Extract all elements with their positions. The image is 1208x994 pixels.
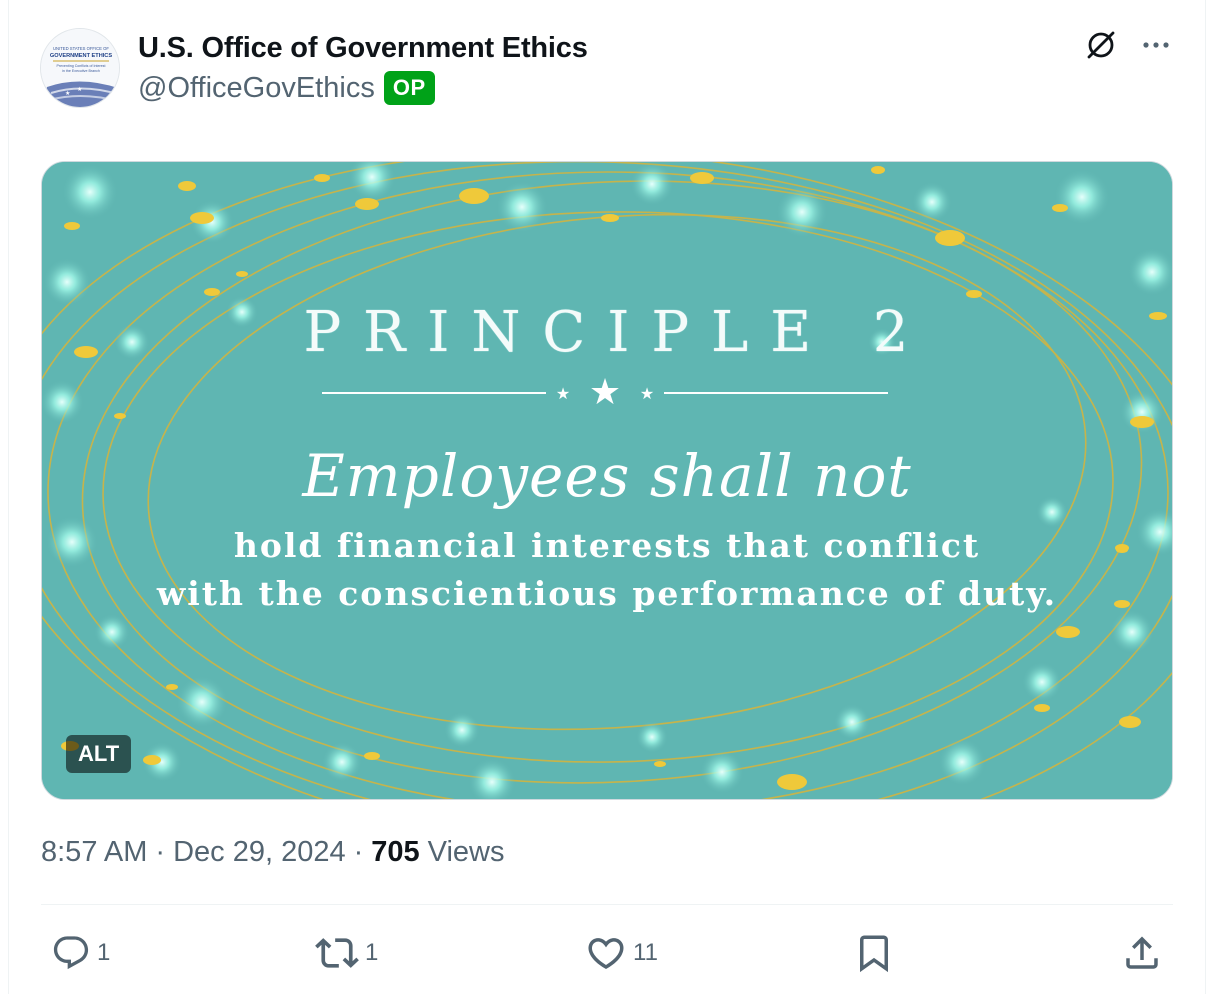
share-button[interactable]: [1121, 928, 1163, 978]
op-badge: OP: [383, 71, 435, 105]
author-block: U.S. Office of Government Ethics @Office…: [138, 30, 588, 106]
author-handle-row: @OfficeGovEthics OP: [138, 70, 588, 106]
reply-count: 1: [97, 939, 111, 966]
bookmark-icon: [860, 935, 888, 973]
reply-icon: [53, 936, 89, 970]
tweet-meta: 8:57 AM · Dec 29, 2024 · 705 Views: [41, 836, 505, 869]
avatar-line-1: UNITED STATES OFFICE OF: [53, 46, 109, 51]
media-body-line-1: hold financial interests that conflict: [233, 526, 981, 565]
grok-icon: [1087, 31, 1115, 59]
divider-line: [41, 904, 1173, 905]
star-divider: ★ ★ ★: [322, 378, 888, 408]
tweet-time[interactable]: 8:57 AM: [41, 836, 147, 869]
svg-text:★: ★: [640, 384, 654, 403]
grok-button[interactable]: [1084, 28, 1118, 62]
tweet-action-bar: 1 1 11: [41, 928, 1173, 978]
media-heading: PRINCIPLE 2: [303, 300, 931, 365]
author-display-name[interactable]: U.S. Office of Government Ethics: [138, 30, 588, 66]
media-body-line-2: with the conscientious performance of du…: [156, 574, 1058, 613]
share-icon: [1126, 936, 1158, 969]
avatar-line-4: in the Executive Branch: [62, 69, 100, 73]
avatar[interactable]: UNITED STATES OFFICE OF GOVERNMENT ETHIC…: [40, 28, 120, 108]
more-button[interactable]: [1140, 29, 1172, 61]
avatar-line-2: GOVERNMENT ETHICS: [50, 53, 112, 59]
like-button[interactable]: 11: [585, 928, 658, 978]
tweet-media-image[interactable]: PRINCIPLE 2 ★ ★ ★ Employees shall not ho…: [41, 161, 1173, 800]
svg-text:★: ★: [556, 384, 570, 403]
like-icon: [588, 938, 624, 970]
bookmark-button[interactable]: [853, 928, 895, 978]
avatar-logo: UNITED STATES OFFICE OF GOVERNMENT ETHIC…: [41, 29, 119, 107]
svg-text:★: ★: [589, 378, 621, 408]
tweet-date[interactable]: Dec 29, 2024: [173, 836, 346, 869]
meta-separator: ·: [155, 836, 166, 868]
svg-text:★: ★: [65, 90, 70, 97]
meta-separator-2: ·: [353, 836, 364, 868]
repost-button[interactable]: 1: [315, 928, 378, 978]
views-label[interactable]: Views: [428, 836, 505, 869]
alt-text-button[interactable]: ALT: [66, 735, 132, 773]
repost-count: 1: [365, 939, 379, 966]
tweet-top-actions: [1084, 28, 1172, 62]
author-handle[interactable]: @OfficeGovEthics: [138, 70, 375, 106]
media-script-line: Employees shall not: [302, 442, 912, 510]
views-count[interactable]: 705: [371, 836, 419, 869]
like-count: 11: [633, 939, 658, 966]
media-card-text: PRINCIPLE 2 ★ ★ ★ Employees shall not ho…: [42, 162, 1172, 799]
more-icon: [1143, 42, 1169, 48]
avatar-line-3: Preventing Conflicts of Interest: [57, 64, 106, 68]
reply-button[interactable]: 1: [51, 928, 110, 978]
svg-text:★: ★: [77, 86, 82, 93]
repost-icon: [315, 938, 359, 968]
